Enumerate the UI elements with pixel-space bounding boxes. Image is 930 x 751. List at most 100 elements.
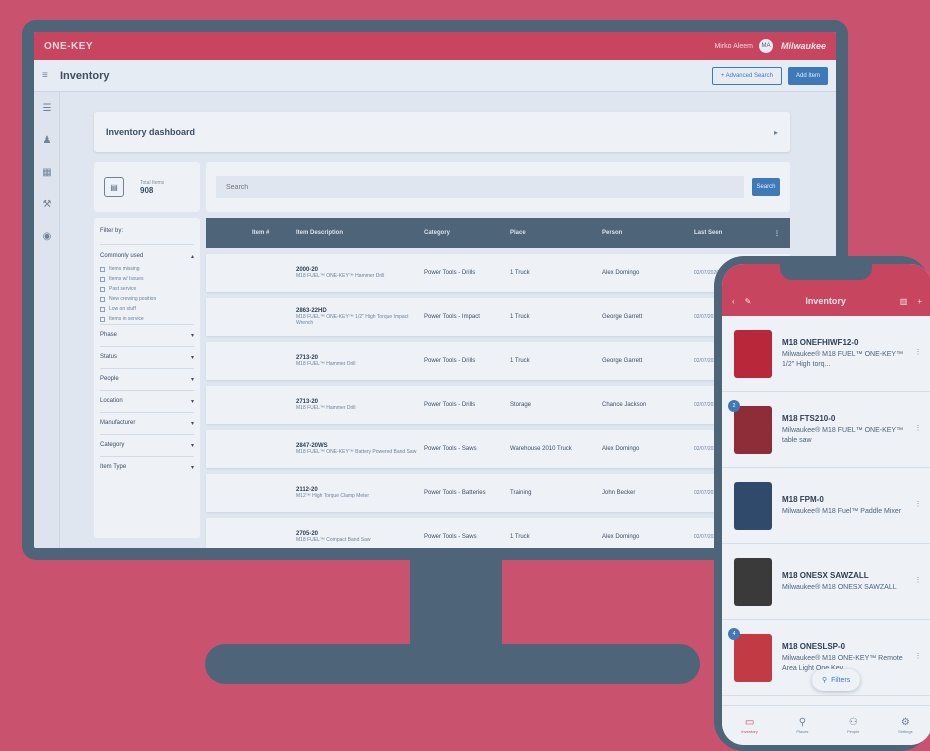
table-row[interactable]: 2863-22HD M18 FUEL™ ONE-KEY™ 1/2" High To… — [206, 298, 790, 336]
filter-dropdown[interactable]: Location ▾ — [100, 390, 194, 412]
wrench-icon[interactable]: ⚒ — [34, 188, 60, 220]
tab-settings[interactable]: ⚙ Settings — [898, 717, 912, 734]
tab-places[interactable]: ⚲ Places — [796, 717, 808, 734]
more-icon[interactable]: ⋮ — [912, 424, 924, 436]
more-icon[interactable]: ⋮ — [912, 652, 924, 664]
item-model: M18 FTS210-0 — [782, 413, 836, 423]
item-model: M18 FPM-0 — [782, 494, 824, 504]
filter-checkbox-row[interactable]: Items missing — [100, 264, 194, 274]
chevron-right-icon[interactable]: ▸ — [774, 128, 778, 137]
column-header-category[interactable]: Category — [424, 230, 510, 236]
column-settings-icon[interactable]: ⋮ — [774, 230, 790, 237]
checkbox[interactable] — [100, 296, 105, 302]
filters-button[interactable]: ⚲ Filters — [812, 669, 861, 691]
building-icon[interactable]: ▦ — [34, 156, 60, 188]
trash-icon[interactable]: ▥ — [900, 297, 908, 306]
column-header-place[interactable]: Place — [510, 230, 602, 236]
filter-dropdown[interactable]: Item Type ▾ — [100, 456, 194, 478]
table-row[interactable]: 2713-20 M18 FUEL™ Hammer Drill Power Tools… — [206, 342, 790, 380]
filter-checkbox-row[interactable]: Items in service — [100, 314, 194, 324]
filter-checkbox-row[interactable]: New crewing position — [100, 294, 194, 304]
tab-people[interactable]: ⚇ People — [847, 717, 859, 734]
inventory-dashboard-panel[interactable]: Inventory dashboard ▸ — [94, 112, 790, 152]
filter-title: Filter by: — [100, 222, 194, 245]
people-icon: ⚇ — [848, 717, 858, 728]
chevron-down-icon: ▾ — [190, 399, 194, 405]
item-description-cell: 2713-20 M18 FUEL™ Hammer Drill — [296, 399, 424, 411]
item-description-cell: 2847-20WS M18 FUEL™ ONE-KEY™ Battery Powe… — [296, 443, 424, 455]
list-item-text: M18 FTS210-0 Milwaukee® M18 FUEL™ ONE-KEY… — [782, 414, 912, 446]
user-name[interactable]: Mirko Aleem — [714, 43, 753, 50]
mobile-page-title: Inventory — [805, 296, 846, 306]
monitor-base — [205, 644, 700, 684]
place-cell: 1 Truck — [510, 358, 530, 364]
table-row[interactable]: 2000-20 M18 FUEL™ ONE-KEY™ Hammer Drill Po… — [206, 254, 790, 292]
filter-dropdown[interactable]: People ▾ — [100, 368, 194, 390]
add-item-button[interactable]: Add Item — [787, 66, 828, 85]
back-icon[interactable]: ‹ — [732, 297, 735, 306]
filter-panel: Filter by: Commonly used ▴ Items missing… — [94, 218, 200, 538]
filter-dropdown[interactable]: Status ▾ — [100, 346, 194, 368]
table-row[interactable]: 2713-20 M18 FUEL™ Hammer Drill Power Tools… — [206, 386, 790, 424]
list-item-text: M18 ONEFHIWF12-0 Milwaukee® M18 FUEL™ ONE… — [782, 338, 912, 370]
list-icon[interactable]: ☰ — [34, 92, 60, 124]
menu-icon[interactable]: ≡ — [42, 70, 52, 81]
tab-inventory[interactable]: ▭ Inventory — [741, 717, 757, 734]
edit-icon[interactable]: ✎ — [745, 297, 752, 306]
filter-checkbox-row[interactable]: Past service — [100, 284, 194, 294]
more-icon[interactable]: ⋮ — [912, 500, 924, 512]
location-icon[interactable]: ◉ — [34, 220, 60, 252]
item-description-cell: 2863-22HD M18 FUEL™ ONE-KEY™ 1/2" High To… — [296, 308, 424, 326]
search-input[interactable] — [216, 176, 744, 198]
list-item-text: M18 FPM-0 Milwaukee® M18 Fuel™ Paddle Mix… — [782, 495, 912, 517]
checkbox[interactable] — [100, 276, 105, 282]
list-item[interactable]: 2 M18 FTS210-0 Milwaukee® M18 FUEL™ ONE-KE… — [722, 392, 930, 468]
filter-checkbox-label: Items w/ Issues — [109, 276, 144, 282]
product-thumbnail: 2 — [728, 399, 772, 454]
filter-dropdown[interactable]: Manufacturer ▾ — [100, 412, 194, 434]
filter-dropdown-label: People — [100, 376, 119, 382]
filter-checkbox-row[interactable]: Low on stuff — [100, 304, 194, 314]
avatar[interactable]: MA — [758, 39, 773, 53]
checkbox[interactable] — [100, 316, 105, 322]
search-button[interactable]: Search — [752, 178, 780, 196]
advanced-search-button[interactable]: + Advanced Search — [711, 66, 782, 85]
column-header-person[interactable]: Person — [602, 230, 694, 236]
list-item[interactable]: M18 ONESX SAWZALL Milwaukee® M18 ONESX SA… — [722, 544, 930, 620]
column-header-last-seen[interactable]: Last Seen — [694, 230, 774, 236]
list-item[interactable]: M18 FPM-0 Milwaukee® M18 Fuel™ Paddle Mix… — [722, 468, 930, 544]
filter-checkbox-label: New crewing position — [109, 296, 157, 302]
column-header-description[interactable]: Item Description — [296, 230, 424, 236]
filter-dropdown[interactable]: Phase ▾ — [100, 324, 194, 346]
column-header-item-number[interactable]: Item # — [252, 230, 296, 236]
total-items-card: ▤ Total Items 908 — [94, 162, 200, 212]
checkbox[interactable] — [100, 306, 105, 312]
more-icon[interactable]: ⋮ — [912, 348, 924, 360]
search-bar: Search — [206, 162, 790, 212]
more-icon[interactable]: ⋮ — [912, 576, 924, 588]
add-icon[interactable]: + — [917, 297, 922, 306]
filter-checkbox-row[interactable]: Items w/ Issues — [100, 274, 194, 284]
item-model: M18 ONESX SAWZALL — [782, 570, 869, 580]
filter-checkbox-label: Past service — [109, 286, 137, 292]
inventory-tab-icon: ▭ — [744, 717, 755, 728]
filter-dropdown[interactable]: Category ▾ — [100, 434, 194, 456]
item-description-cell: 2713-20 M18 FUEL™ Hammer Drill — [296, 355, 424, 367]
app-logo: ONE-KEY — [44, 40, 94, 52]
dashboard-title: Inventory dashboard — [106, 127, 196, 137]
checkbox[interactable] — [100, 286, 105, 292]
checkbox[interactable] — [100, 266, 105, 272]
chevron-up-icon[interactable]: ▴ — [191, 253, 194, 260]
person-cell: Chance Jackson — [602, 402, 647, 408]
list-item[interactable]: M18 ONEFHIWF12-0 Milwaukee® M18 FUEL™ ONE… — [722, 316, 930, 392]
filter-group-commonly-used[interactable]: Commonly used ▴ — [100, 245, 194, 264]
mobile-screen: ‹ ✎ Inventory ▥ + M18 ONEFHIWF12-0 Milwau… — [722, 264, 930, 745]
person-icon[interactable]: ♟ — [34, 124, 60, 156]
table-row[interactable]: 2112-20 M12™ High Torque Clamp Meter Power… — [206, 474, 790, 512]
count-badge: 4 — [728, 627, 740, 640]
table-row[interactable]: 2847-20WS M18 FUEL™ ONE-KEY™ Battery Powe… — [206, 430, 790, 468]
item-description: M18 FUEL™ ONE-KEY™ Hammer Drill — [296, 273, 385, 279]
filter-dropdown-label: Phase — [100, 332, 118, 338]
table-row[interactable]: 2705-20 M18 FUEL™ Compact Band Saw Power T… — [206, 518, 790, 548]
category-cell: Power Tools - Impact — [424, 314, 480, 320]
